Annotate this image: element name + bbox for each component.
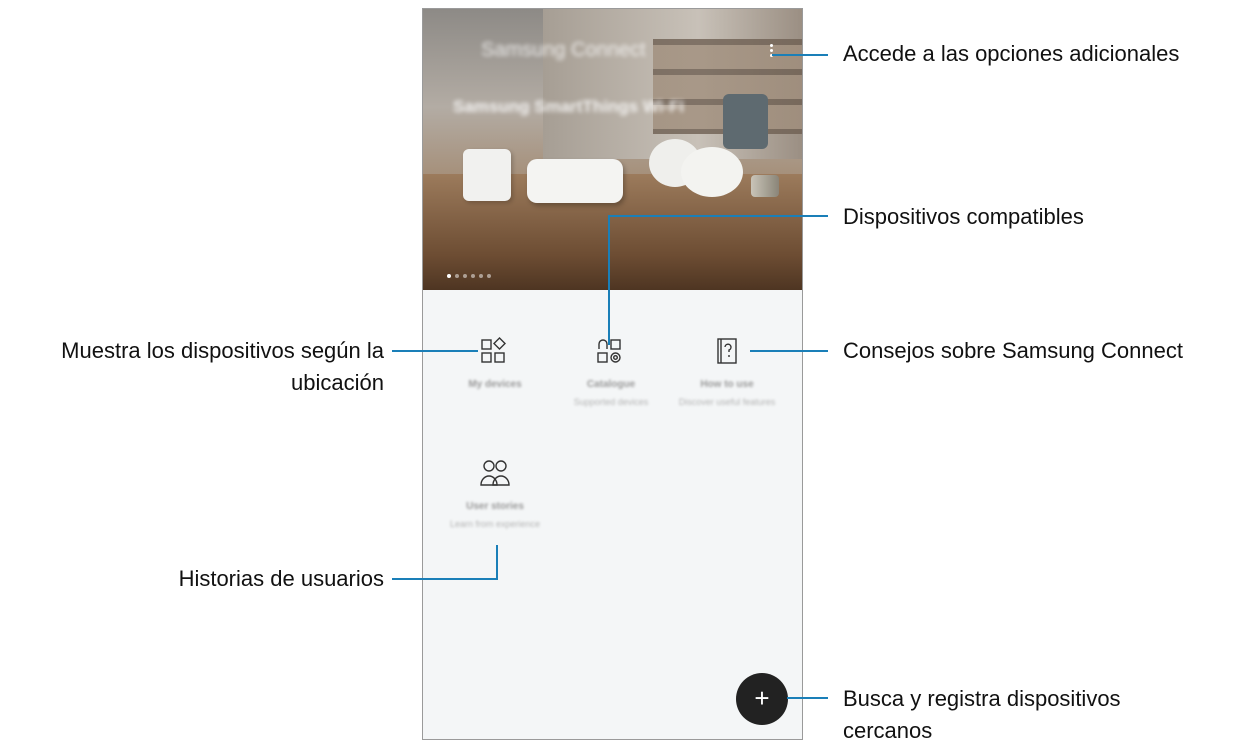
- tile-subtitle: Learn from experience: [449, 519, 541, 529]
- leader-line: [608, 215, 828, 217]
- leader-line: [608, 215, 610, 345]
- tile-subtitle: Discover useful features: [678, 397, 776, 407]
- pager-dot: [463, 274, 467, 278]
- pager-dot: [471, 274, 475, 278]
- pager-dot: [487, 274, 491, 278]
- hero-chair: [723, 94, 768, 149]
- callout-more-options: Accede a las opciones adicionales: [843, 41, 1180, 66]
- callout-tips: Consejos sobre Samsung Connect: [843, 338, 1183, 363]
- hero-bulb-base: [751, 175, 779, 197]
- tile-title: How to use: [700, 379, 754, 390]
- hero-bulb: [681, 147, 743, 197]
- catalogue-icon: [597, 339, 621, 363]
- grid-devices-icon: [481, 337, 506, 363]
- leader-line: [392, 350, 478, 352]
- plus-icon: +: [754, 683, 770, 713]
- tile-user-stories[interactable]: User stories Learn from experience: [435, 459, 555, 530]
- pager-dot: [455, 274, 459, 278]
- tile-how-to-use[interactable]: How to use Discover useful features: [667, 337, 787, 408]
- leader-line: [787, 697, 828, 699]
- people-icon: [480, 460, 510, 486]
- help-book-icon: [717, 338, 737, 364]
- add-device-button[interactable]: +: [736, 673, 788, 725]
- leader-line: [750, 350, 828, 352]
- pager-dot: [479, 274, 483, 278]
- callout-search-register-line2: cercanos: [843, 718, 933, 743]
- leader-line: [772, 54, 828, 56]
- callout-devices-by-location-line2: ubicación: [291, 370, 384, 395]
- tile-title: My devices: [468, 379, 522, 390]
- hero-sensor: [463, 149, 511, 201]
- tile-my-devices[interactable]: My devices: [435, 337, 555, 396]
- callout-search-register-line1: Busca y registra dispositivos: [843, 686, 1121, 711]
- banner-text: Samsung SmartThings Wi-Fi: [453, 97, 685, 116]
- callout-compatible-devices: Dispositivos compatibles: [843, 204, 1084, 229]
- tile-catalogue[interactable]: Catalogue Supported devices: [551, 337, 671, 408]
- leader-line: [392, 578, 498, 580]
- hero-banner[interactable]: Samsung Connect Samsung SmartThings Wi-F…: [423, 9, 802, 290]
- app-title: Samsung Connect: [481, 39, 646, 61]
- callout-user-stories: Historias de usuarios: [178, 566, 384, 591]
- hero-hub: [527, 159, 623, 203]
- phone-screen: Samsung Connect Samsung SmartThings Wi-F…: [422, 8, 803, 740]
- more-vertical-icon[interactable]: [766, 43, 776, 59]
- tile-subtitle: Supported devices: [573, 397, 649, 407]
- leader-line: [496, 545, 498, 580]
- banner-pager: [447, 274, 491, 278]
- tile-title: User stories: [466, 501, 524, 512]
- pager-dot-active: [447, 274, 451, 278]
- callout-devices-by-location-line1: Muestra los dispositivos según la: [61, 338, 384, 363]
- tile-title: Catalogue: [586, 379, 636, 390]
